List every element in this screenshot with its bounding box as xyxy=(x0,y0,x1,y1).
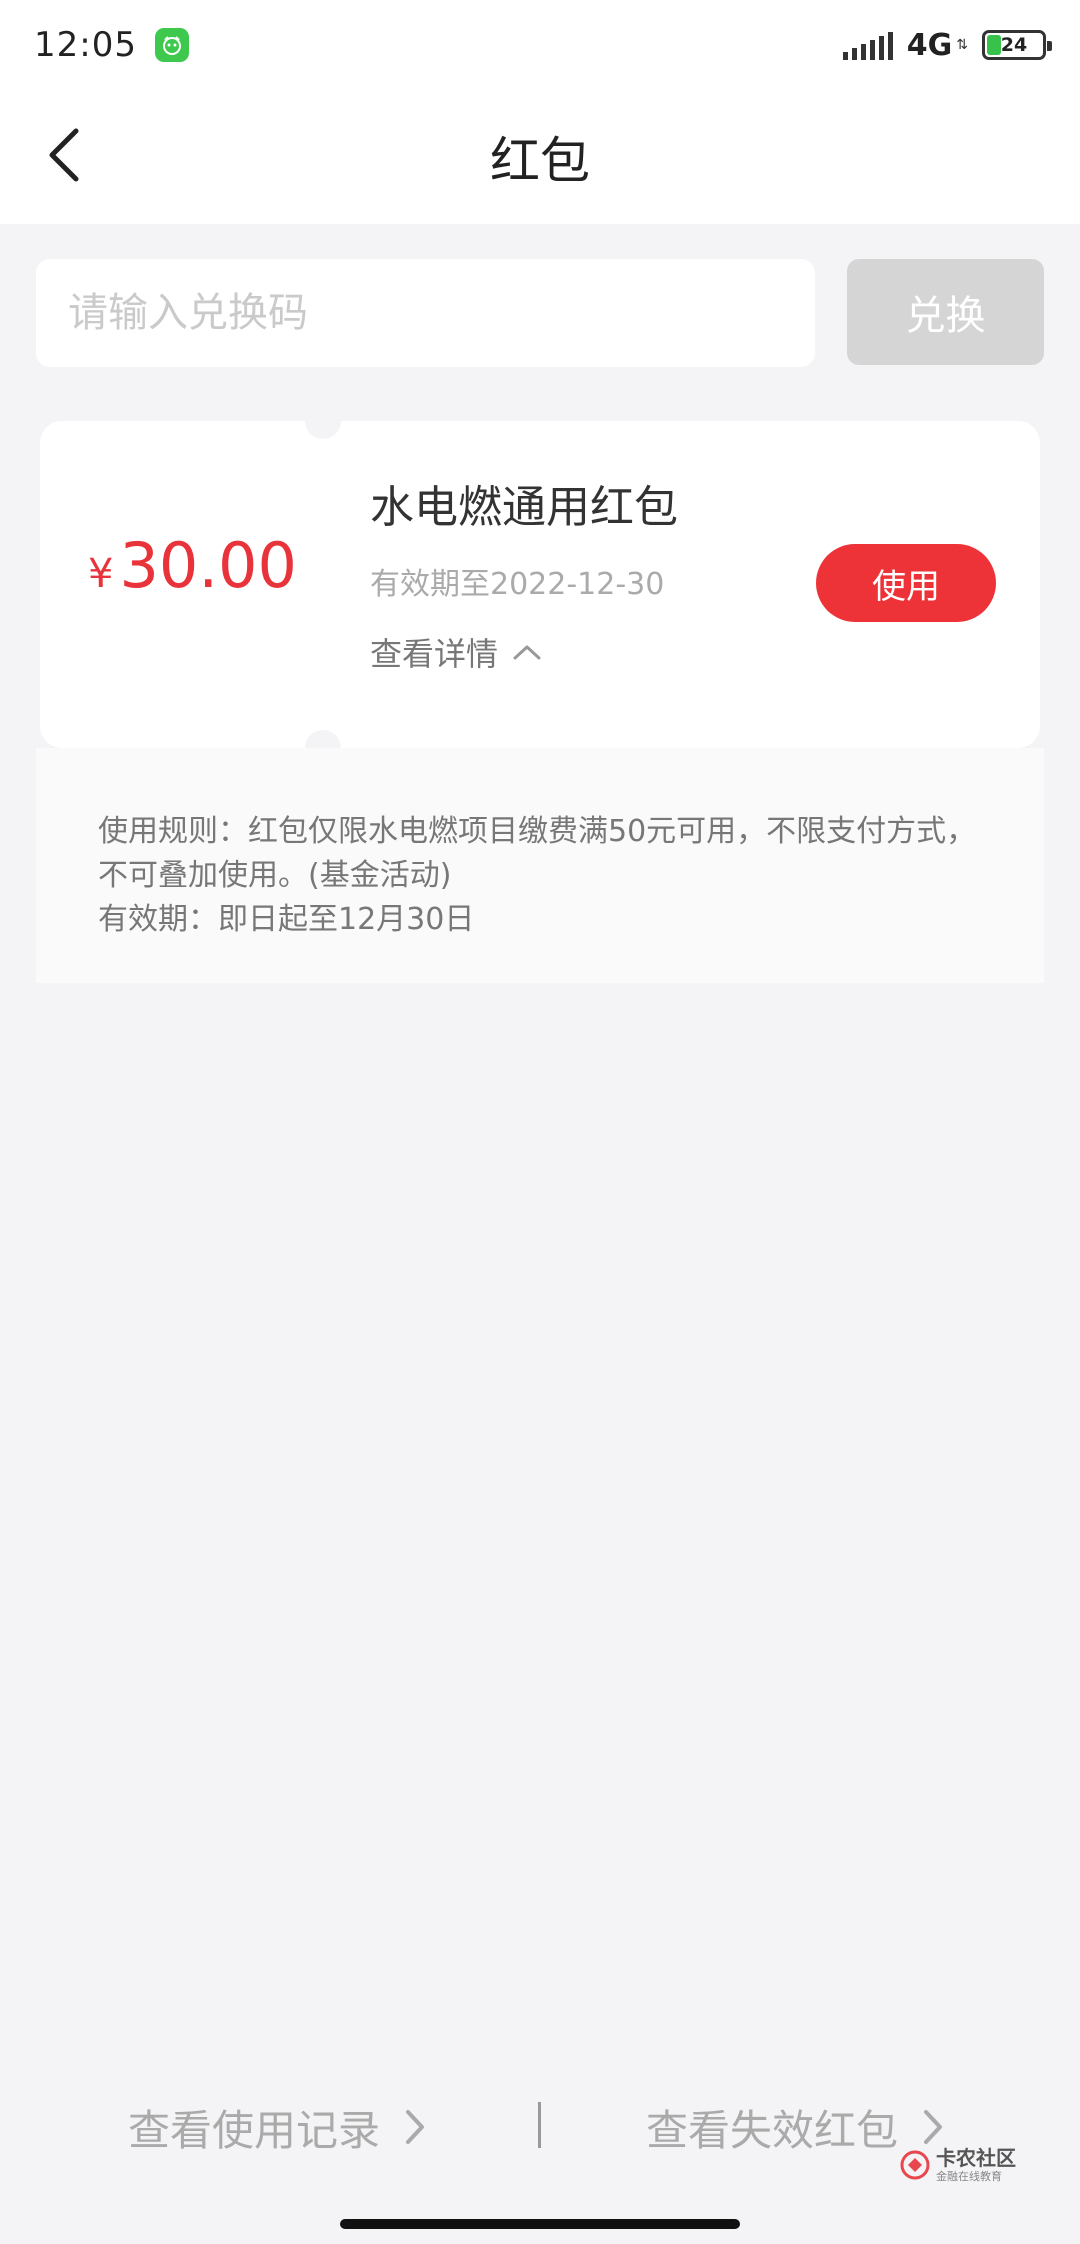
coupon-expiry: 有效期至2022-12-30 xyxy=(370,567,665,602)
status-time: 12:05 xyxy=(34,25,137,65)
currency-symbol: ¥ xyxy=(88,551,114,597)
rules-panel: 使用规则：红包仅限水电燃项目缴费满50元可用，不限支付方式，不可叠加使用。(基金… xyxy=(36,748,1044,983)
view-usage-history-label: 查看使用记录 xyxy=(128,2105,381,2155)
coupon-notch-top xyxy=(305,403,341,439)
redeem-row: 兑换 xyxy=(36,259,1044,367)
use-button[interactable]: 使用 xyxy=(816,544,996,622)
view-usage-history-link[interactable]: 查看使用记录 xyxy=(128,2097,426,2158)
watermark: 卡农社区 金融在线教育 xyxy=(900,2148,1016,2182)
battery-icon: 24 xyxy=(982,30,1052,60)
data-arrows-icon: ⇅ xyxy=(956,37,968,53)
coupon-title: 水电燃通用红包 xyxy=(370,482,678,533)
view-expired-coupons-label: 查看失效红包 xyxy=(646,2105,899,2155)
signal-icon xyxy=(842,30,893,60)
status-bar: 12:05 4G ⇅ 24 xyxy=(0,0,1080,90)
view-details-label: 查看详情 xyxy=(370,635,499,673)
battery-level: 24 xyxy=(1000,34,1028,56)
chevron-right-icon xyxy=(406,2110,425,2144)
footer-divider xyxy=(538,2102,541,2148)
amount-value: 30.00 xyxy=(119,529,297,602)
watermark-subtitle: 金融在线教育 xyxy=(936,2170,1002,2183)
battery-fill xyxy=(987,35,1001,55)
network-type: 4G xyxy=(906,27,953,63)
back-button[interactable] xyxy=(28,120,98,190)
validity-text: 有效期：即日起至12月30日 xyxy=(98,902,475,937)
chevron-left-icon xyxy=(49,128,79,182)
redeem-code-input[interactable] xyxy=(36,259,815,367)
status-right: 4G ⇅ 24 xyxy=(842,27,1052,63)
chevron-right-icon xyxy=(924,2110,943,2144)
page-title: 红包 xyxy=(490,132,590,190)
watermark-title: 卡农社区 xyxy=(936,2146,1016,2170)
redeem-button[interactable]: 兑换 xyxy=(847,259,1044,365)
watermark-text: 卡农社区 金融在线教育 xyxy=(936,2148,1016,2182)
watermark-logo-icon xyxy=(900,2150,930,2180)
coupon-amount: ¥ 30.00 xyxy=(88,529,297,602)
nav-bar: 红包 xyxy=(0,90,1080,224)
view-details-toggle[interactable]: 查看详情 xyxy=(370,629,542,675)
home-indicator[interactable] xyxy=(340,2219,740,2229)
rules-text: 使用规则：红包仅限水电燃项目缴费满50元可用，不限支付方式，不可叠加使用。(基金… xyxy=(98,814,977,893)
app-badge-icon xyxy=(154,28,189,62)
chevron-up-icon xyxy=(513,645,541,660)
coupon-card: ¥ 30.00 水电燃通用红包 有效期至2022-12-30 查看详情 使用 xyxy=(40,403,1040,766)
